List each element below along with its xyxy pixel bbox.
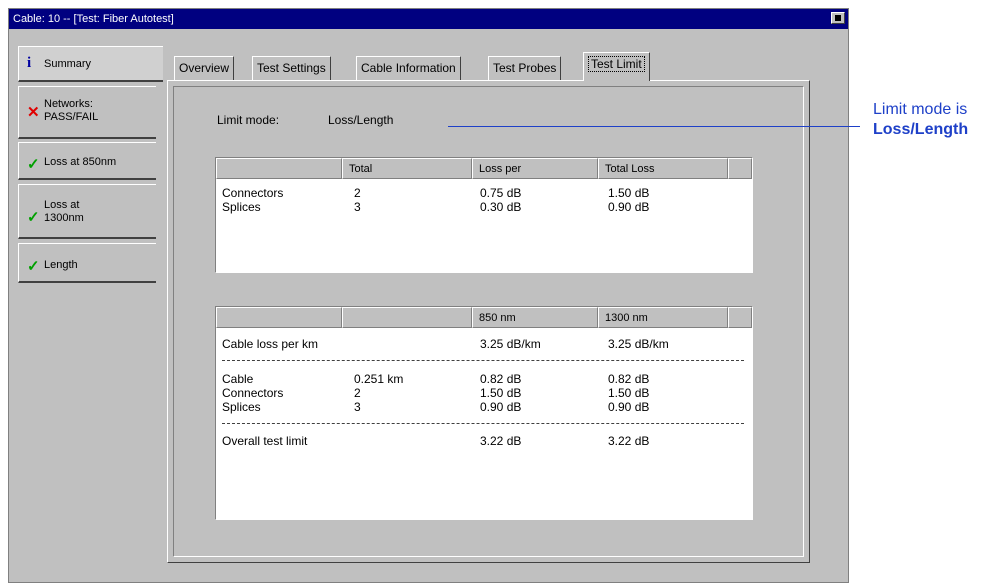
side-tab-loss-850[interactable]: ✓ Loss at 850nm xyxy=(18,142,156,180)
side-tab-label: Summary xyxy=(44,58,92,70)
row-divider xyxy=(222,423,744,424)
cross-icon: ✕ xyxy=(27,104,40,121)
column-header[interactable]: Total Loss xyxy=(598,158,728,179)
row-850nm: 0.82 dB xyxy=(480,372,522,386)
row-name: Cable xyxy=(222,372,254,386)
column-header[interactable]: Total xyxy=(342,158,472,179)
row-value: 2 xyxy=(354,386,361,400)
tab-label: Test Limit xyxy=(588,56,645,72)
tab-label: Test Probes xyxy=(493,61,557,75)
tab-test-limit[interactable]: Test Limit xyxy=(583,52,650,81)
side-tab-summary[interactable]: i Summary xyxy=(18,46,163,82)
side-tab-label-line1: Networks: xyxy=(44,98,93,110)
row-name: Cable loss per km xyxy=(222,337,319,351)
row-name: Connectors xyxy=(222,386,284,400)
row-1300nm: 0.90 dB xyxy=(608,400,650,414)
tab-test-settings[interactable]: Test Settings xyxy=(252,56,331,80)
limit-mode-label: Limit mode: xyxy=(217,113,280,127)
row-1300nm: 1.50 dB xyxy=(608,386,650,400)
check-icon: ✓ xyxy=(27,258,40,275)
column-header[interactable] xyxy=(216,158,342,179)
row-loss-per: 0.30 dB xyxy=(480,200,522,214)
side-tab-label-line2: PASS/FAIL xyxy=(44,111,99,123)
tab-label: Overview xyxy=(179,61,230,75)
row-850nm: 1.50 dB xyxy=(480,386,522,400)
column-header[interactable]: Loss per xyxy=(472,158,598,179)
close-icon[interactable] xyxy=(831,12,845,24)
row-divider xyxy=(222,360,744,361)
column-header-spacer xyxy=(728,158,752,179)
info-icon: i xyxy=(27,55,32,71)
row-1300nm: 0.82 dB xyxy=(608,372,650,386)
tab-label: Test Settings xyxy=(257,61,326,75)
side-tab-label-line2: 1300nm xyxy=(44,212,84,224)
check-icon: ✓ xyxy=(27,156,40,173)
callout-line1: Limit mode is xyxy=(873,101,968,118)
row-name: Splices xyxy=(222,200,261,214)
side-tab-label: Loss at 850nm xyxy=(44,156,117,168)
row-total-loss: 0.90 dB xyxy=(608,200,650,214)
tab-cable-information[interactable]: Cable Information xyxy=(356,56,461,80)
row-loss-per: 0.75 dB xyxy=(480,186,522,200)
column-header-spacer xyxy=(728,307,752,328)
tab-overview[interactable]: Overview xyxy=(174,56,235,80)
title-bar[interactable]: Cable: 10 -- [Test: Fiber Autotest] xyxy=(9,9,848,29)
column-header[interactable] xyxy=(342,307,472,328)
window-title: Cable: 10 -- [Test: Fiber Autotest] xyxy=(13,13,174,25)
row-total: 3 xyxy=(354,200,361,214)
side-tab-label: Length xyxy=(44,259,78,271)
column-header[interactable]: 1300 nm xyxy=(598,307,728,328)
row-total-loss: 1.50 dB xyxy=(608,186,650,200)
callout-annotation: Limit mode is Loss/Length xyxy=(873,100,968,140)
callout-line2: Loss/Length xyxy=(873,121,969,138)
column-header[interactable] xyxy=(216,307,342,328)
row-850nm: 3.25 dB/km xyxy=(480,337,541,351)
row-850nm: 3.22 dB xyxy=(480,434,522,448)
side-tab-loss-1300[interactable]: ✓ Loss at 1300nm xyxy=(18,184,156,239)
limit-mode-value: Loss/Length xyxy=(328,113,394,127)
check-icon: ✓ xyxy=(27,209,40,226)
column-header[interactable]: 850 nm xyxy=(472,307,598,328)
callout-line xyxy=(448,126,860,127)
tab-test-probes[interactable]: Test Probes xyxy=(488,56,562,80)
row-total: 2 xyxy=(354,186,361,200)
side-tab-label: Networks: PASS/FAIL xyxy=(44,98,98,124)
component-loss-table: Total Loss per Total Loss Connectors 2 0… xyxy=(215,157,753,273)
row-name: Splices xyxy=(222,400,261,414)
side-tab-label: Loss at 1300nm xyxy=(44,199,84,225)
row-value: 0.251 km xyxy=(354,372,404,386)
row-name: Connectors xyxy=(222,186,284,200)
table-header: 850 nm 1300 nm xyxy=(216,307,752,328)
row-1300nm: 3.22 dB xyxy=(608,434,650,448)
row-1300nm: 3.25 dB/km xyxy=(608,337,669,351)
table-header: Total Loss per Total Loss xyxy=(216,158,752,179)
row-850nm: 0.90 dB xyxy=(480,400,522,414)
row-name: Overall test limit xyxy=(222,434,308,448)
wavelength-loss-table: 850 nm 1300 nm Cable loss per km 3.25 dB… xyxy=(215,306,753,520)
side-tab-networks[interactable]: ✕ Networks: PASS/FAIL xyxy=(18,86,156,139)
side-tab-label-line1: Loss at xyxy=(44,199,80,211)
tab-label: Cable Information xyxy=(361,61,456,75)
row-value: 3 xyxy=(354,400,361,414)
side-tab-length[interactable]: ✓ Length xyxy=(18,243,156,283)
